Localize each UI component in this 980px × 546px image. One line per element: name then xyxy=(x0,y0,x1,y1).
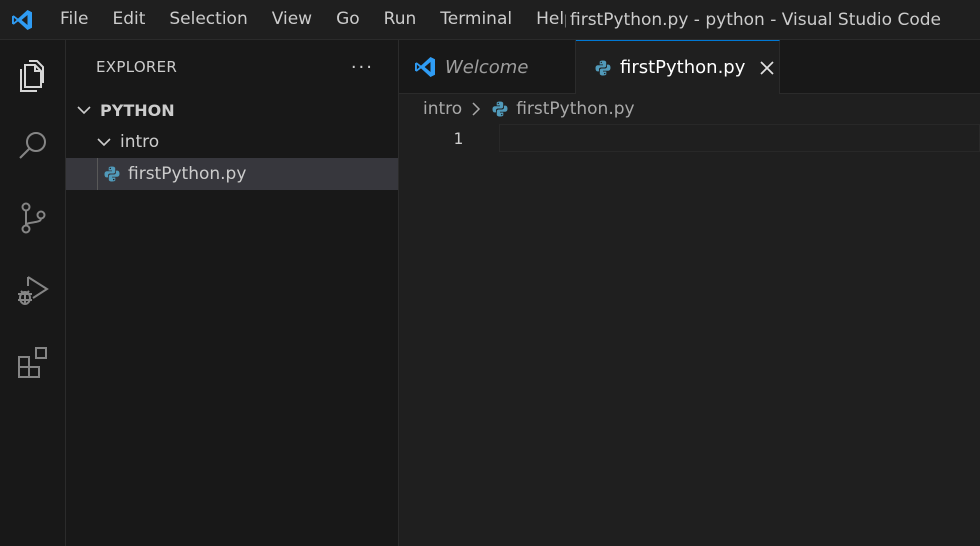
menu-file[interactable]: File xyxy=(44,0,100,40)
files-icon[interactable] xyxy=(0,40,66,110)
chevron-down-icon xyxy=(74,100,94,120)
tab-welcome-label: Welcome xyxy=(445,56,529,78)
line-number: 1 xyxy=(453,129,463,148)
menu-view[interactable]: View xyxy=(260,0,324,40)
more-actions-icon[interactable]: ··· xyxy=(351,57,374,78)
menu-selection[interactable]: Selection xyxy=(157,0,259,40)
workspace-root-label: PYTHON xyxy=(100,100,175,120)
title-bar: File Edit Selection View Go Run Terminal… xyxy=(0,0,980,40)
menu-go[interactable]: Go xyxy=(324,0,372,40)
menu-run[interactable]: Run xyxy=(372,0,429,40)
current-line-highlight[interactable] xyxy=(499,124,980,152)
editor-group: Welcome firstPython.py intro firstPython… xyxy=(399,40,980,546)
sidebar-title: EXPLORER xyxy=(96,58,178,76)
python-file-icon xyxy=(490,99,510,119)
breadcrumb: intro firstPython.py xyxy=(399,94,980,124)
python-file-icon xyxy=(102,164,122,184)
chevron-right-icon xyxy=(470,101,482,117)
vscode-logo-icon xyxy=(413,55,437,79)
run-debug-icon[interactable] xyxy=(0,254,66,326)
menu-edit[interactable]: Edit xyxy=(100,0,157,40)
chevron-down-icon xyxy=(94,132,114,152)
folder-intro[interactable]: intro xyxy=(66,126,398,158)
search-icon[interactable] xyxy=(0,110,66,182)
activity-bar xyxy=(0,40,66,546)
folder-intro-label: intro xyxy=(120,132,160,152)
breadcrumb-folder[interactable]: intro xyxy=(423,99,462,119)
close-icon[interactable] xyxy=(759,60,775,76)
file-firstpython-label: firstPython.py xyxy=(128,164,247,184)
breadcrumb-file[interactable]: firstPython.py xyxy=(516,99,634,119)
menu-help[interactable]: Help xyxy=(524,0,566,40)
source-control-icon[interactable] xyxy=(0,182,66,254)
menu-bar: File Edit Selection View Go Run Terminal… xyxy=(44,0,566,40)
sidebar-header: EXPLORER ··· xyxy=(66,40,398,94)
window-title: firstPython.py - python - Visual Studio … xyxy=(570,9,941,30)
editor-tabs: Welcome firstPython.py xyxy=(399,40,980,94)
code-editor[interactable]: 1 xyxy=(399,124,980,154)
tab-firstpython[interactable]: firstPython.py xyxy=(576,40,780,94)
workspace-root[interactable]: PYTHON xyxy=(66,94,398,126)
python-file-icon xyxy=(594,58,612,78)
tab-welcome[interactable]: Welcome xyxy=(399,40,576,94)
file-firstpython[interactable]: firstPython.py xyxy=(66,158,398,190)
vscode-logo-icon xyxy=(0,0,44,40)
menu-terminal[interactable]: Terminal xyxy=(428,0,524,40)
tab-firstpython-label: firstPython.py xyxy=(620,57,746,78)
extensions-icon[interactable] xyxy=(0,326,66,398)
explorer-sidebar: EXPLORER ··· PYTHON intro firstPython.py xyxy=(66,40,399,546)
